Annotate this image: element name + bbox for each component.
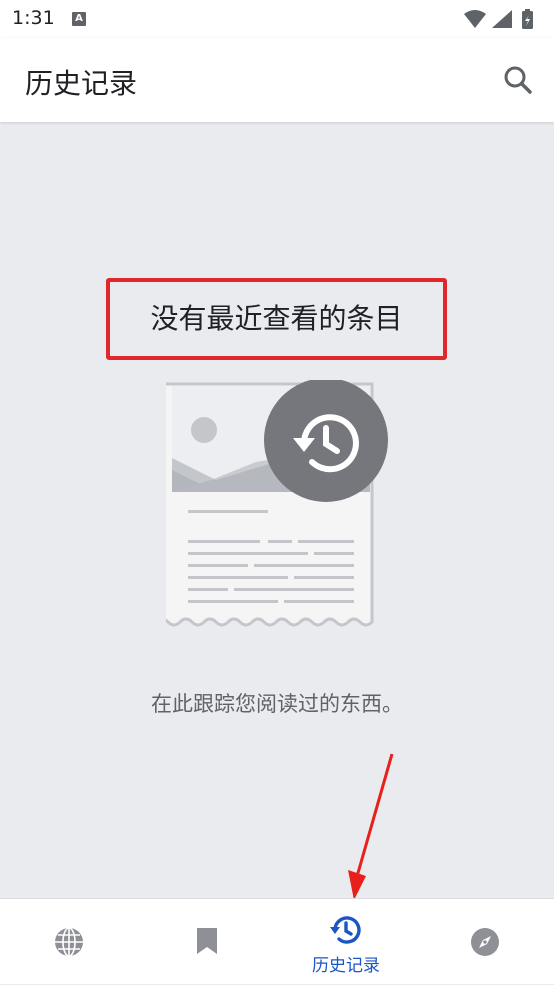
signal-icon <box>492 10 512 28</box>
status-time: 1:31 <box>12 7 55 29</box>
app-bar: 历史记录 <box>0 38 554 122</box>
nav-label-history: 历史记录 <box>312 956 380 976</box>
history-illustration <box>166 380 388 627</box>
nav-item-bookmarks[interactable] <box>138 899 276 985</box>
empty-title: 没有最近查看的条目 <box>150 302 403 335</box>
status-icons <box>464 9 533 29</box>
empty-description: 在此跟踪您阅读过的东西。 <box>151 692 403 716</box>
notification-icon: A <box>72 12 86 26</box>
nav-item-history[interactable]: 历史记录 <box>277 899 415 985</box>
globe-icon <box>55 927 83 957</box>
empty-state: 没有最近查看的条目 在此跟踪您阅读过的东西。 <box>0 122 554 898</box>
history-icon <box>330 916 361 944</box>
nav-item-explore[interactable] <box>416 899 554 985</box>
nav-item-web[interactable] <box>0 899 138 985</box>
search-icon[interactable] <box>502 64 534 96</box>
compass-icon <box>471 928 499 956</box>
empty-title-highlight: 没有最近查看的条目 <box>106 278 447 360</box>
bookmark-icon <box>197 928 217 954</box>
wifi-icon <box>464 10 486 28</box>
page-title: 历史记录 <box>25 67 138 100</box>
status-bar: 1:31 A <box>0 0 554 38</box>
bottom-nav: 历史记录 <box>0 898 554 984</box>
